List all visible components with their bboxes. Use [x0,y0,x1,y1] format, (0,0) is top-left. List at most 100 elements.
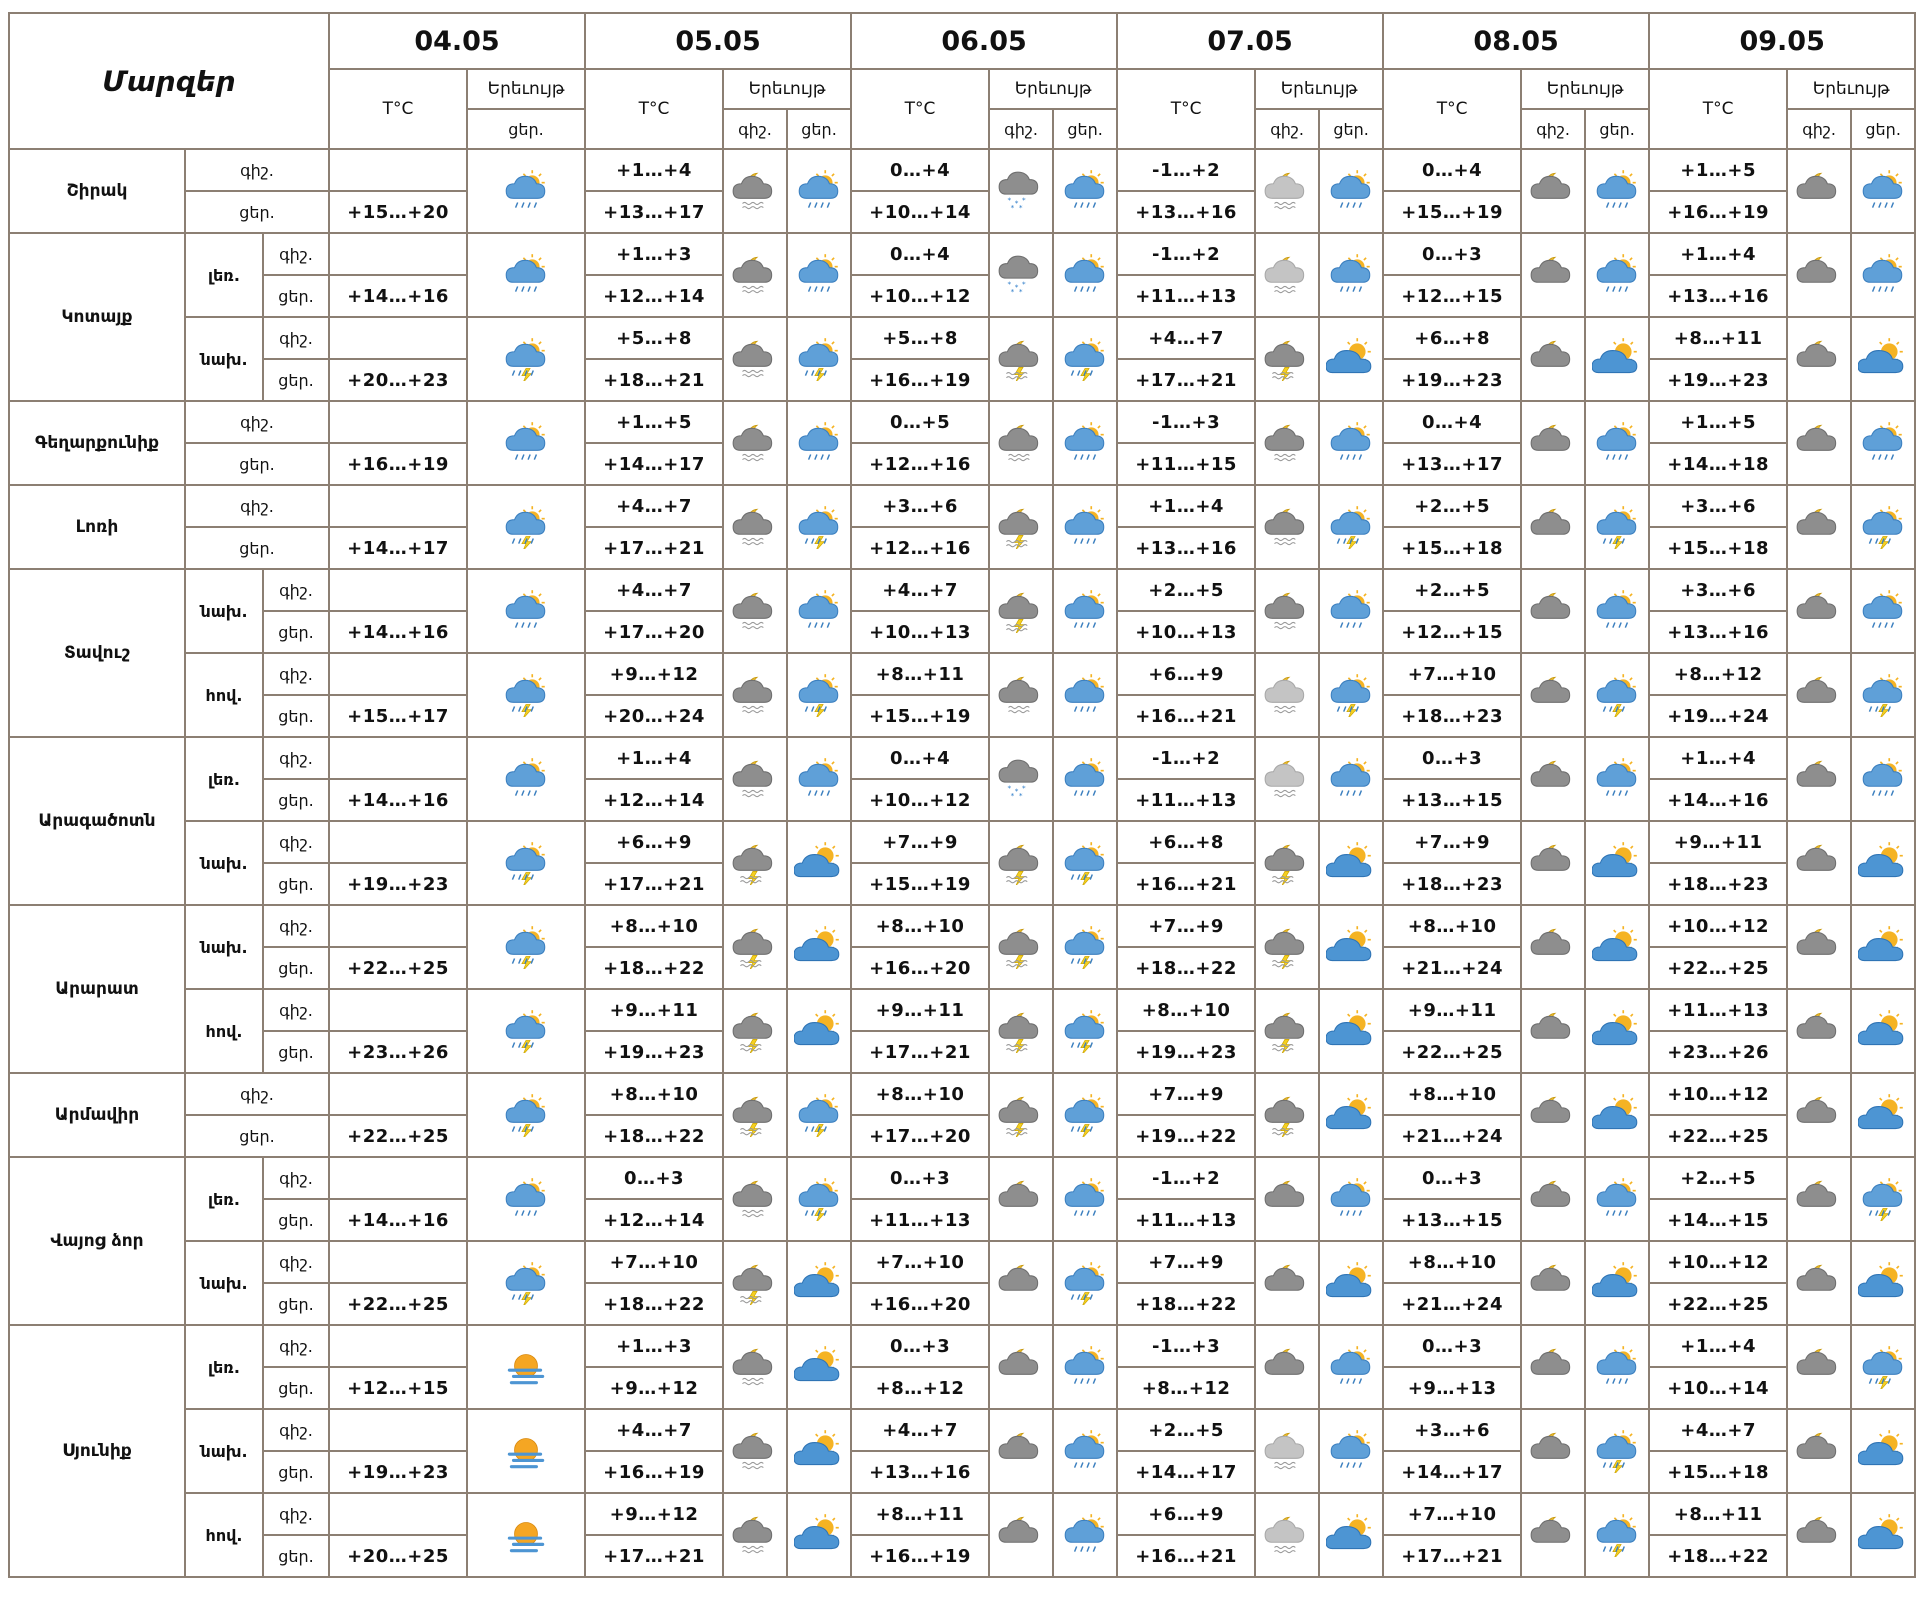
weather-icon-cell [1584,1492,1651,1578]
cloud-moon-rain-icon [1257,421,1317,465]
weather-icon-cell [1786,1324,1853,1410]
day-temp: +15…+20 [328,190,469,234]
partly-rain-icon [1055,505,1115,549]
table-row: նախ. գիշ. +7…+10 +7…+10 +7…+9 +8…+10 +10…+12 [9,1240,1917,1326]
weather-icon-cell [988,316,1055,402]
weather-icon-cell [1584,148,1651,234]
weather-icon-cell [722,1156,789,1242]
night-temp: +7…+10 [850,1240,991,1284]
weather-icon-cell [1052,988,1119,1074]
night-temp: +1…+4 [1116,484,1257,528]
day-temp: +18…+22 [584,1282,725,1326]
partly-rain-icon [1321,1177,1381,1221]
svg-text:*: * [1011,791,1015,800]
cloud-moon-thunder-icon [991,1009,1051,1053]
partly-rain-icon [1321,421,1381,465]
night-temp: +8…+12 [1648,652,1789,696]
day-temp: +11…+13 [1116,778,1257,822]
cloud-moon-icon [1257,1177,1317,1221]
day-temp: +16…+19 [1648,190,1789,234]
night-temp: 0…+4 [850,148,991,192]
partly-thunder-icon [1055,1009,1115,1053]
night-temp: +6…+8 [1116,820,1257,864]
weather-icon-cell [1850,1492,1917,1578]
partly-thunder-icon [469,1261,583,1305]
day-temp: +23…+26 [1648,1030,1789,1074]
day-temp: +20…+24 [584,694,725,738]
day-temp: +12…+15 [328,1366,469,1410]
zone-name: լեռ. [184,232,264,318]
partly-thunder-icon [1055,1093,1115,1137]
cloud-moon-rain-icon [725,169,785,213]
weather-icon-cell [466,316,587,402]
svg-text:*: * [1011,287,1015,296]
night-temp: +8…+10 [1116,988,1257,1032]
sun-cloud-icon [789,1429,849,1473]
day-temp: +10…+12 [850,274,991,318]
partly-rain-icon [1587,589,1647,633]
table-row: նախ. գիշ. +6…+9 +7…+9 +6…+8 +7…+9 +9…+11 [9,820,1917,906]
day-temp: +18…+22 [584,946,725,990]
weather-icon-cell [786,1240,853,1326]
weather-icon-cell [1786,1240,1853,1326]
weather-icon-cell [1786,820,1853,906]
day-temp: +13…+16 [1116,526,1257,570]
weather-icon-cell [466,820,587,906]
table-row: Գեղարքունիք գիշ. +1…+5 0…+5 -1…+3 0…+4 +1…+5 [8,400,1917,486]
weather-icon-cell [1254,820,1321,906]
date-header: 08.05 [1382,12,1651,70]
night-label: գիշ. [261,820,331,864]
night-temp: +5…+8 [584,316,725,360]
weather-icon-cell [1850,988,1917,1074]
sun-cloud-icon [1587,337,1647,381]
day-temp: +22…+25 [1648,946,1789,990]
day-temp: +19…+23 [328,1450,469,1494]
night-temp: +8…+10 [1382,1072,1523,1116]
partly-thunder-icon [1587,673,1647,717]
day-temp: +19…+23 [584,1030,725,1074]
weather-icon-cell [1850,904,1917,990]
light-cloud-rain-icon [1257,757,1317,801]
night-temp [328,400,469,444]
night-temp: +7…+9 [1382,820,1523,864]
cloud-moon-rain-icon [725,1177,785,1221]
weather-icon-cell [466,400,587,486]
day-temp: +14…+18 [1648,442,1789,486]
sun-cloud-icon [1853,1009,1913,1053]
partly-thunder-icon [469,1093,583,1137]
cloud-moon-rain-icon [725,505,785,549]
night-temp [328,1072,469,1116]
partly-rain-icon [469,757,583,801]
date-header: 07.05 [1116,12,1385,70]
weather-icon-cell [466,1408,587,1494]
sun-cloud-icon [789,1009,849,1053]
weather-icon-cell [1318,988,1385,1074]
night-temp: +1…+4 [1648,1324,1789,1368]
cloud-snow-icon: * * * * * [991,253,1051,297]
weather-icon-cell [988,568,1055,654]
day-temp: +23…+26 [328,1030,469,1074]
night-temp: +9…+11 [850,988,991,1032]
cloud-moon-icon [1523,1093,1583,1137]
weather-icon-cell [722,1240,789,1326]
cloud-moon-icon [1789,1093,1849,1137]
cloud-moon-rain-icon [725,757,785,801]
weather-icon-cell [988,1408,1055,1494]
night-temp: +6…+9 [1116,1492,1257,1536]
night-subheader: գիշ. [1520,108,1587,150]
cloud-moon-icon [1789,505,1849,549]
weather-icon-cell [988,1240,1055,1326]
day-temp: +22…+25 [328,1282,469,1326]
weather-icon-cell [1254,316,1321,402]
region-name: Վայոց ձոր [8,1156,186,1326]
weather-icon-cell [786,904,853,990]
sun-cloud-icon [1587,1261,1647,1305]
night-temp: +8…+11 [850,652,991,696]
day-subheader: ցեր. [1052,108,1119,150]
night-temp: -1…+2 [1116,148,1257,192]
cloud-moon-rain-icon [725,337,785,381]
weather-icon-cell [1786,232,1853,318]
day-label: ցեր. [261,1282,331,1326]
weather-icon-cell [722,484,789,570]
sun-cloud-icon [1587,841,1647,885]
